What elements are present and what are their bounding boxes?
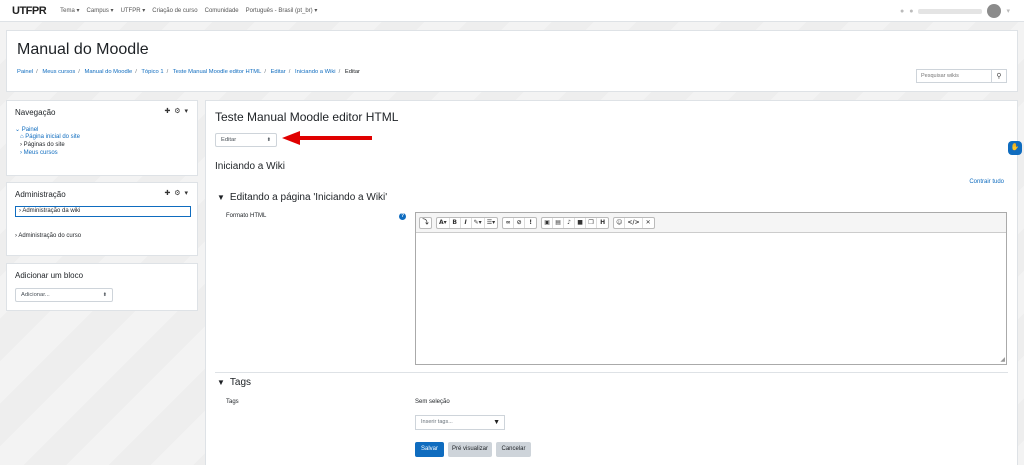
breadcrumb-topico[interactable]: Tópico 1 — [141, 69, 163, 75]
breadcrumb-current: Editar — [344, 69, 360, 75]
tags-input[interactable]: Inserir tags... ▼ — [415, 415, 505, 430]
breadcrumb: Painel / Meus cursos / Manual do Moodle / T… — [17, 69, 360, 75]
save-button[interactable]: Salvar — [415, 442, 444, 457]
media-icon[interactable]: ▤ — [553, 217, 565, 228]
admin-wiki-item[interactable]: › Administração da wiki — [15, 206, 191, 217]
font-size-button[interactable]: A▾ — [437, 217, 450, 228]
nav-tema[interactable]: Tema ▾ — [60, 7, 79, 14]
nav-item-my-courses[interactable]: › Meus cursos — [20, 150, 58, 156]
html-editor: ⤵ A▾ B I ✎▾ ☰▾ ∞ ⊘ ! ▣ ▤ ♪ ■ ❐ H ☺ </> ✕… — [415, 212, 1007, 365]
collapse-all-link[interactable]: Contrair tudo — [969, 179, 1004, 185]
nav-item-painel[interactable]: ⌄ Painel — [15, 126, 38, 133]
breadcrumb-wiki[interactable]: Iniciando a Wiki — [295, 69, 336, 75]
nav-item-home[interactable]: ⌂ Página inicial do site — [20, 134, 80, 140]
user-name-blurred — [918, 8, 983, 14]
editor-toolbar: ⤵ A▾ B I ✎▾ ☰▾ ∞ ⊘ ! ▣ ▤ ♪ ■ ❐ H ☺ </> ✕ — [416, 213, 1006, 233]
unlink-icon[interactable]: ⊘ — [514, 217, 526, 228]
nav-campus[interactable]: Campus ▾ — [87, 7, 114, 14]
message-icon[interactable]: ● — [909, 8, 913, 15]
main-content: Teste Manual Moodle editor HTML Editar ⬍ … — [205, 100, 1018, 465]
navigation-title: Navegação — [15, 108, 56, 117]
toggle-toolbar-button[interactable]: ⤵ — [420, 218, 431, 228]
tags-label: Tags — [226, 399, 239, 405]
site-logo[interactable]: UTFPR — [12, 5, 47, 17]
caret-down-icon: ▼ — [493, 419, 500, 426]
page-header: Manual do Moodle Painel / Meus cursos / Ma… — [6, 30, 1018, 92]
copy-icon[interactable]: ❐ — [586, 217, 598, 228]
search-input[interactable] — [916, 69, 992, 83]
select-caret-icon: ⬍ — [266, 137, 271, 143]
italic-button[interactable]: I — [461, 217, 472, 228]
tags-selection: Sem seleção — [415, 399, 450, 405]
divider — [215, 372, 1008, 373]
block-controls[interactable]: ✚ ⚙ ▾ — [164, 107, 189, 115]
nav-item-site-pages[interactable]: › Páginas do site — [20, 142, 65, 148]
breadcrumb-painel[interactable]: Painel — [17, 69, 33, 75]
page-title: Manual do Moodle — [17, 41, 149, 58]
user-menu[interactable]: ● ● ▾ — [900, 4, 1010, 18]
top-navbar: UTFPR Tema ▾ Campus ▾ UTFPR ▾ Criação de… — [0, 0, 1024, 22]
chevron-down-icon[interactable]: ▾ — [1006, 7, 1010, 15]
hand-icon: ✋ — [1010, 144, 1020, 151]
accessibility-float-button[interactable]: ✋ — [1008, 141, 1022, 155]
nav-comunidade[interactable]: Comunidade — [205, 8, 239, 14]
image-icon[interactable]: ▣ — [542, 217, 554, 228]
wiki-search: ⚲ — [916, 69, 1007, 83]
wiki-page-name: Iniciando a Wiki — [215, 161, 286, 172]
block-controls[interactable]: ✚ ⚙ ▾ — [164, 189, 189, 197]
auto-link-icon[interactable]: ! — [525, 218, 536, 228]
search-icon: ⚲ — [996, 73, 1002, 80]
video-icon[interactable]: ■ — [575, 217, 587, 228]
h5p-icon[interactable]: H — [597, 218, 608, 228]
add-block-select[interactable]: Adicionar... ⬍ — [15, 288, 113, 302]
preview-button[interactable]: Pré visualizar — [448, 442, 492, 457]
chevron-down-icon: ▼ — [217, 378, 225, 387]
help-icon[interactable]: ? — [399, 213, 406, 220]
tags-section-header[interactable]: ▼ Tags — [217, 377, 251, 388]
red-arrow-annotation — [282, 131, 372, 145]
breadcrumb-editar[interactable]: Editar — [271, 69, 286, 75]
list-button[interactable]: ☰▾ — [485, 218, 497, 228]
administration-block: Administração ✚ ⚙ ▾ › Administração da w… — [6, 182, 198, 256]
add-block-block: Adicionar um bloco Adicionar... ⬍ — [6, 263, 198, 311]
bold-button[interactable]: B — [450, 217, 461, 228]
notification-icon[interactable]: ● — [900, 8, 904, 15]
resize-handle-icon[interactable]: ◢ — [1000, 356, 1005, 363]
add-block-title: Adicionar um bloco — [15, 271, 84, 280]
select-caret-icon: ⬍ — [102, 292, 107, 298]
administration-title: Administração — [15, 190, 66, 199]
breadcrumb-teste[interactable]: Teste Manual Moodle editor HTML — [173, 69, 262, 75]
emoji-icon[interactable]: ☺ — [614, 217, 626, 228]
avatar[interactable] — [987, 4, 1002, 18]
nav-language[interactable]: Português - Brasil (pt_br) ▾ — [246, 7, 318, 14]
search-button[interactable]: ⚲ — [992, 69, 1007, 83]
nav-criacao-de-curso[interactable]: Criação de curso — [152, 8, 197, 14]
fullscreen-icon[interactable]: ✕ — [643, 218, 654, 228]
editing-section-header[interactable]: ▼ Editando a página 'Iniciando a Wiki' — [217, 192, 387, 203]
format-label: Formato HTML — [226, 213, 267, 219]
breadcrumb-manual[interactable]: Manual do Moodle — [84, 69, 132, 75]
admin-course-item[interactable]: › Administração do curso — [15, 233, 81, 239]
navigation-block: Navegação ✚ ⚙ ▾ ⌄ Painel ⌂ Página inicia… — [6, 100, 198, 176]
link-icon[interactable]: ∞ — [503, 217, 515, 228]
wiki-mode-select[interactable]: Editar ⬍ — [215, 133, 277, 147]
home-icon: ⌂ — [20, 134, 24, 140]
wiki-title: Teste Manual Moodle editor HTML — [215, 110, 399, 124]
microphone-icon[interactable]: ♪ — [564, 217, 576, 228]
html-code-icon[interactable]: </> — [625, 217, 643, 228]
color-button[interactable]: ✎▾ — [472, 217, 485, 228]
nav-utfpr[interactable]: UTFPR ▾ — [121, 7, 146, 14]
chevron-down-icon: ▼ — [217, 193, 225, 202]
cancel-button[interactable]: Cancelar — [496, 442, 531, 457]
breadcrumb-meus-cursos[interactable]: Meus cursos — [42, 69, 75, 75]
